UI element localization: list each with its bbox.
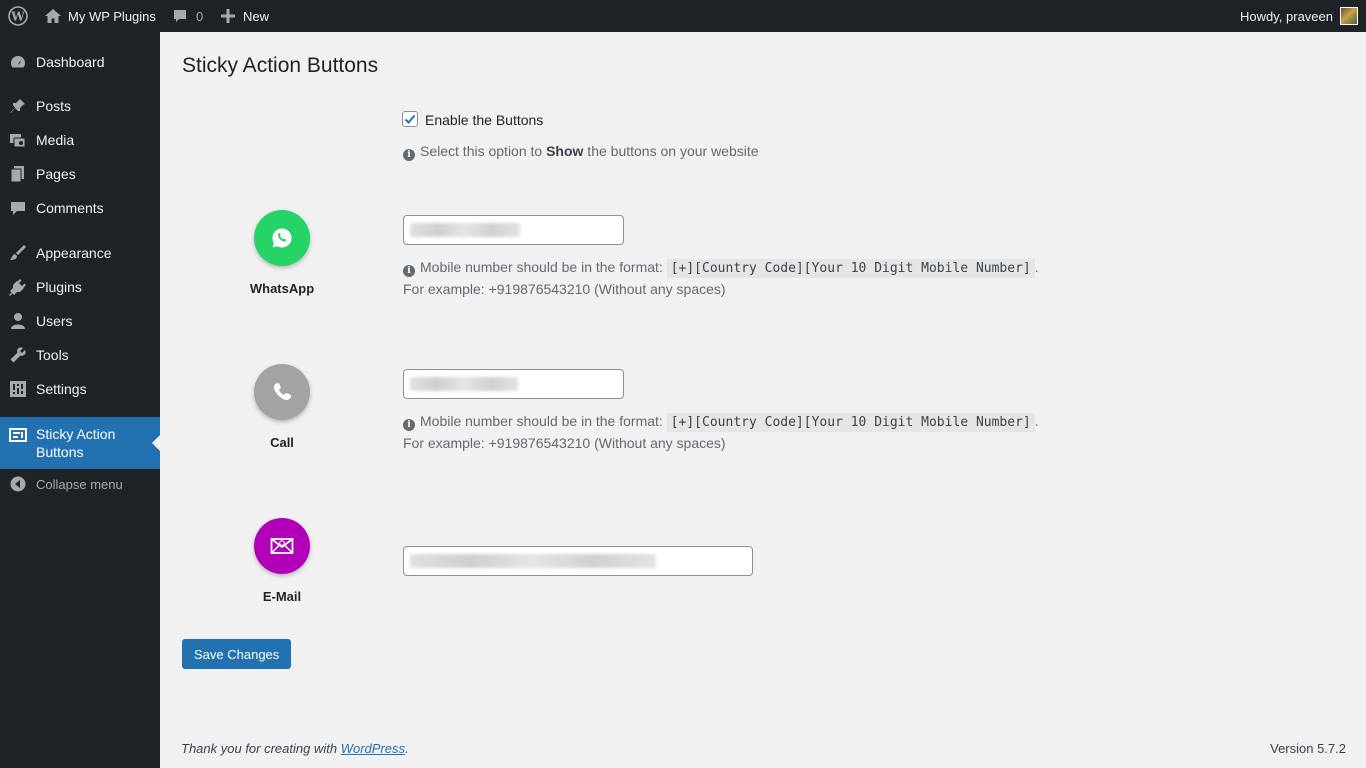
enable-buttons-label[interactable]: Enable the Buttons — [425, 112, 543, 128]
main-content: Sticky Action Buttons Enable the Buttons… — [160, 32, 1366, 768]
footer-thanks-prefix: Thank you for creating with — [181, 741, 341, 756]
whatsapp-number-input[interactable] — [403, 215, 624, 245]
pages-icon — [9, 165, 27, 183]
sidebar-item-appearance[interactable]: Appearance — [0, 236, 160, 270]
footer-thanks: Thank you for creating with WordPress. — [181, 741, 409, 756]
whatsapp-desc-suffix: . — [1034, 259, 1039, 275]
sidebar-item-sticky-action-buttons[interactable]: Sticky Action Buttons — [0, 417, 160, 469]
email-label: E-Mail — [262, 589, 302, 604]
whatsapp-format-code: [+][Country Code][Your 10 Digit Mobile N… — [666, 259, 1035, 278]
call-desc-prefix: Mobile number should be in the format: — [420, 413, 667, 429]
plug-icon — [9, 278, 27, 296]
call-desc-suffix: . — [1034, 413, 1039, 429]
comments-link[interactable]: 0 — [172, 0, 203, 32]
sidebar-item-label: Comments — [36, 200, 104, 216]
avatar — [1340, 7, 1358, 25]
my-account-link[interactable]: Howdy, praveen — [1240, 0, 1358, 32]
collapse-icon — [9, 475, 27, 493]
call-label: Call — [270, 435, 294, 450]
wrench-icon — [9, 346, 27, 364]
redacted-value — [410, 377, 518, 391]
comments-count: 0 — [196, 8, 204, 24]
sidebar-item-label: Pages — [36, 166, 76, 182]
wordpress-logo-icon[interactable]: W — [8, 0, 28, 32]
phone-icon — [273, 382, 292, 401]
redacted-value — [410, 554, 656, 568]
email-button-preview — [254, 518, 310, 574]
new-label: New — [243, 8, 270, 24]
collapse-menu-label: Collapse menu — [36, 476, 123, 492]
sidebar-item-label: Plugins — [36, 279, 82, 295]
site-name: My WP Plugins — [68, 8, 156, 24]
sidebar-item-comments[interactable]: Comments — [0, 191, 160, 225]
sidebar-item-settings[interactable]: Settings — [0, 372, 160, 406]
settings-icon — [9, 380, 27, 398]
whatsapp-format-description: i Mobile number should be in the format: … — [403, 257, 1039, 300]
call-number-input[interactable] — [403, 369, 624, 399]
sidebar-item-label: Sticky Action Buttons — [36, 425, 115, 461]
sidebar-item-label: Users — [36, 313, 73, 329]
info-icon: i — [403, 149, 415, 161]
new-content-link[interactable]: New — [221, 0, 269, 32]
pin-icon — [9, 97, 27, 115]
media-icon — [9, 131, 27, 149]
admin-sidebar: Dashboard Posts Media Pages Comments App… — [0, 32, 160, 768]
footer-thanks-suffix: . — [405, 741, 409, 756]
redacted-value — [410, 223, 520, 237]
save-changes-button[interactable]: Save Changes — [182, 639, 292, 669]
footer-version: Version 5.7.2 — [1270, 741, 1346, 756]
enable-buttons-checkbox[interactable] — [402, 111, 418, 127]
dashboard-icon — [9, 53, 27, 71]
call-format-code: [+][Country Code][Your 10 Digit Mobile N… — [666, 413, 1035, 432]
call-button-preview — [254, 364, 310, 420]
enable-desc-suffix: the buttons on your website — [583, 143, 759, 159]
wordpress-link[interactable]: WordPress — [341, 741, 405, 756]
sidebar-item-dashboard[interactable]: Dashboard — [0, 45, 160, 79]
home-icon — [44, 8, 62, 24]
svg-text:W: W — [10, 10, 25, 24]
sidebar-item-posts[interactable]: Posts — [0, 89, 160, 123]
site-name-link[interactable]: My WP Plugins — [44, 0, 156, 32]
info-icon: i — [403, 419, 415, 431]
sidebar-item-label: Settings — [36, 381, 87, 397]
call-format-description: i Mobile number should be in the format: … — [403, 411, 1039, 454]
admin-bar: W My WP Plugins 0 New Howdy, praveen — [0, 0, 1366, 32]
comment-icon — [9, 199, 27, 217]
sidebar-item-label: Tools — [36, 347, 69, 363]
info-icon: i — [403, 265, 415, 277]
sidebar-item-label: Dashboard — [36, 54, 105, 70]
sidebar-item-label: Appearance — [36, 245, 112, 261]
whatsapp-icon — [272, 228, 292, 248]
sidebar-item-users[interactable]: Users — [0, 304, 160, 338]
sidebar-item-label: Media — [36, 132, 75, 148]
whatsapp-desc-prefix: Mobile number should be in the format: — [420, 259, 667, 275]
sidebar-item-tools[interactable]: Tools — [0, 338, 160, 372]
whatsapp-label: WhatsApp — [249, 281, 315, 296]
envelope-icon — [270, 538, 294, 554]
user-icon — [9, 312, 27, 330]
checkmark-icon — [404, 114, 416, 124]
sidebar-item-pages[interactable]: Pages — [0, 157, 160, 191]
sidebar-item-media[interactable]: Media — [0, 123, 160, 157]
brush-icon — [9, 244, 27, 262]
whatsapp-button-preview — [254, 210, 310, 266]
call-example: For example: +919876543210 (Without any … — [403, 435, 726, 451]
email-address-input[interactable] — [403, 546, 753, 576]
sidebar-item-label: Posts — [36, 98, 72, 114]
comment-icon — [172, 8, 188, 24]
whatsapp-example: For example: +919876543210 (Without any … — [403, 281, 726, 297]
collapse-menu-button[interactable]: Collapse menu — [0, 472, 160, 496]
enable-description: i Select this option to Show the buttons … — [403, 143, 759, 161]
buttons-icon — [9, 426, 27, 444]
page-title: Sticky Action Buttons — [182, 54, 379, 77]
enable-desc-prefix: Select this option to — [420, 143, 547, 159]
sidebar-item-label-line1: Sticky Action — [36, 426, 116, 442]
sidebar-item-label-line2: Buttons — [36, 444, 84, 460]
current-menu-arrow — [152, 435, 160, 451]
howdy-greeting: Howdy, praveen — [1240, 8, 1333, 24]
sidebar-item-plugins[interactable]: Plugins — [0, 270, 160, 304]
plus-icon — [221, 9, 235, 23]
enable-desc-bold: Show — [546, 143, 584, 159]
